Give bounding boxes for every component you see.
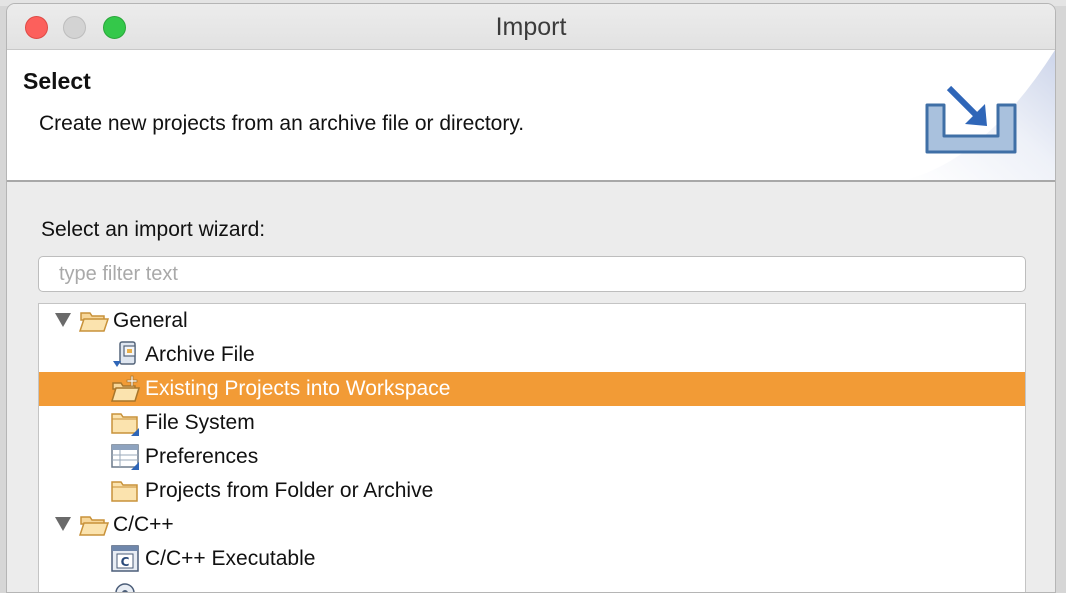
import-banner-icon bbox=[905, 50, 1055, 180]
window-title: Import bbox=[495, 13, 567, 41]
tree-item-cpp-executable[interactable]: C C/C++ Executable bbox=[39, 542, 1025, 576]
expand-toggle-icon[interactable] bbox=[55, 517, 71, 531]
folder-open-icon bbox=[79, 516, 109, 536]
tree-item-label: General bbox=[113, 309, 188, 332]
tree-item-label: Projects from Folder or Archive bbox=[145, 479, 434, 502]
existing-projects-icon bbox=[111, 375, 141, 402]
project-settings-icon bbox=[115, 583, 135, 592]
folder-open-icon bbox=[79, 312, 109, 332]
tree-item-partial[interactable] bbox=[39, 576, 1025, 592]
preferences-icon bbox=[111, 444, 139, 470]
tree-item-projects-from-folder[interactable]: Projects from Folder or Archive bbox=[39, 474, 1025, 508]
archive-file-icon bbox=[113, 341, 136, 367]
wizard-tree[interactable]: General Archive File Existing Projects i… bbox=[38, 303, 1026, 592]
tree-item-preferences[interactable]: Preferences bbox=[39, 440, 1025, 474]
filter-input[interactable] bbox=[38, 256, 1026, 292]
c-executable-icon: C bbox=[111, 545, 139, 572]
page-title: Select bbox=[23, 68, 91, 94]
tree-item-cpp[interactable]: C/C++ bbox=[39, 508, 1025, 542]
tree-item-archive-file[interactable]: Archive File bbox=[39, 338, 1025, 372]
tree-item-file-system[interactable]: File System bbox=[39, 406, 1025, 440]
tree-item-label: Preferences bbox=[145, 445, 259, 468]
tree-item-label: Existing Projects into Workspace bbox=[145, 377, 451, 400]
expand-toggle-icon[interactable] bbox=[55, 313, 71, 327]
title-bar: Import bbox=[7, 4, 1055, 50]
svg-text:C: C bbox=[121, 555, 130, 569]
folder-icon bbox=[111, 413, 139, 436]
page-description: Create new projects from an archive file… bbox=[39, 112, 525, 135]
tree-item-existing-projects[interactable]: Existing Projects into Workspace bbox=[39, 372, 1025, 406]
wizard-content: Select an import wizard: General Archiv bbox=[7, 182, 1055, 592]
tree-item-label: C/C++ bbox=[113, 513, 174, 536]
wizard-list-label: Select an import wizard: bbox=[41, 218, 266, 241]
tree-item-label: Archive File bbox=[145, 343, 255, 366]
tree-item-label: File System bbox=[145, 411, 255, 434]
tree-item-general[interactable]: General bbox=[39, 304, 1025, 338]
import-dialog: Import Select Create new projects from a… bbox=[6, 3, 1056, 593]
tree-item-label: C/C++ Executable bbox=[145, 547, 316, 570]
wizard-header: Select Create new projects from an archi… bbox=[7, 50, 1055, 182]
folder-icon bbox=[111, 481, 138, 502]
